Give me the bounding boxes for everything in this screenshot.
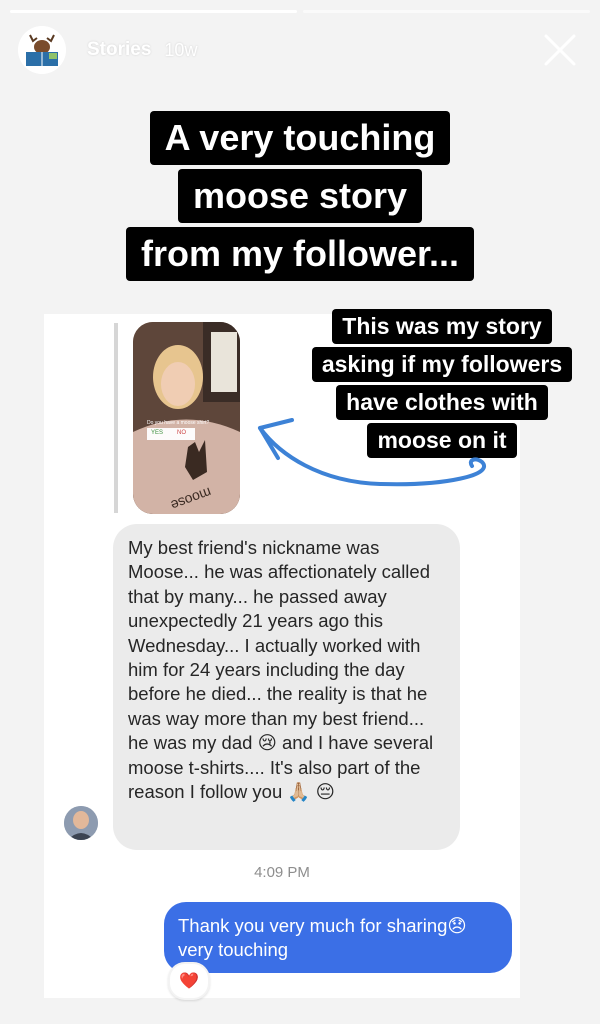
story-header: Stories 10w <box>18 24 590 76</box>
progress-segment <box>10 10 297 13</box>
story-title: A very touching moose story from my foll… <box>0 107 600 281</box>
received-message-bubble: My best friend's nickname was Moose... h… <box>113 524 460 850</box>
story-username[interactable]: Stories <box>87 39 151 61</box>
title-line: from my follower... <box>125 227 475 281</box>
sent-message-text: Thank you very much for sharing😞 very to… <box>178 915 467 960</box>
note-line: This was my story <box>332 309 552 344</box>
story-time: 10w <box>164 39 198 60</box>
close-icon[interactable] <box>542 32 578 68</box>
note-line: asking if my followers <box>311 347 573 382</box>
story-preview-photo: moose Do you have a moose shirt? YES NO <box>133 322 240 514</box>
reaction-emoji: ❤️ <box>179 973 199 990</box>
sent-message-bubble: Thank you very much for sharing😞 very to… <box>164 902 512 973</box>
arrow-icon <box>250 410 500 500</box>
sender-avatar[interactable] <box>64 806 98 840</box>
heart-reaction-icon[interactable]: ❤️ <box>168 962 210 1000</box>
title-line: moose story <box>177 169 423 223</box>
title-line: A very touching <box>149 111 451 165</box>
poll-yes: YES <box>151 430 164 436</box>
reply-indicator-bar <box>114 323 118 513</box>
moose-reading-book-icon[interactable] <box>18 26 66 74</box>
poll-no: NO <box>177 430 186 436</box>
story-question: Do you have a moose shirt? <box>147 420 210 426</box>
message-timestamp: 4:09 PM <box>254 864 310 881</box>
progress-segment <box>303 10 590 13</box>
story-progress <box>10 10 590 13</box>
received-message-text: My best friend's nickname was Moose... h… <box>128 537 434 803</box>
